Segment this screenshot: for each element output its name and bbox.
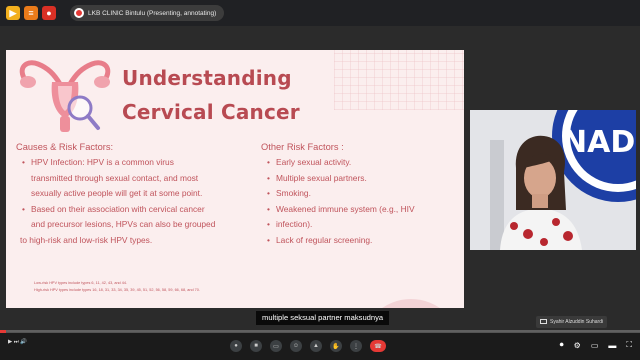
settings-icon[interactable]: ⚙ bbox=[574, 341, 581, 350]
camera-icon[interactable]: ■ bbox=[250, 340, 262, 352]
fullscreen-icon[interactable]: ⛶ bbox=[626, 340, 632, 350]
causes-heading: Causes & Risk Factors: bbox=[16, 142, 114, 152]
presentation-tab[interactable]: LKB CLINIC Bintulu (Presenting, annotati… bbox=[70, 5, 225, 21]
play-controls[interactable]: ▶ ⏭ 🔊 bbox=[8, 339, 27, 346]
list-item: Based on their association with cervical… bbox=[20, 202, 250, 218]
slide-grid-decoration bbox=[334, 50, 464, 110]
presentation-slide: Understanding Cervical Cancer Causes & R… bbox=[6, 50, 464, 308]
app-icon-orange[interactable]: ≡ bbox=[24, 6, 38, 20]
present-icon[interactable]: ▲ bbox=[310, 340, 322, 352]
slide-title-line1: Understanding bbox=[122, 66, 292, 90]
player-right-controls: ⏺ ⚙ ▭ ▬ ⛶ bbox=[560, 340, 632, 350]
more-icon[interactable]: ⋮ bbox=[350, 340, 362, 352]
video-progress-bar[interactable] bbox=[0, 330, 640, 333]
presenter-tag[interactable]: Syahir Alzuddin Suhardi bbox=[536, 316, 608, 328]
hand-icon[interactable]: ✋ bbox=[330, 340, 342, 352]
causes-list: HPV Infection: HPV is a common virus tra… bbox=[20, 155, 250, 249]
window-title: LKB CLINIC Bintulu (Presenting, annotati… bbox=[88, 9, 217, 17]
list-item: Smoking. bbox=[265, 186, 455, 202]
browser-topbar: ▶ ≡ ● LKB CLINIC Bintulu (Presenting, an… bbox=[0, 0, 640, 26]
live-caption: multiple seksual partner maksudnya bbox=[256, 311, 390, 325]
list-item: and precursor lesions, HPVs can also be … bbox=[31, 219, 216, 230]
presenter-name: Syahir Alzuddin Suhardi bbox=[550, 319, 604, 325]
meeting-controls: ● ■ ▭ ☺ ▲ ✋ ⋮ ☎ bbox=[230, 340, 386, 352]
captions-icon[interactable]: ▭ bbox=[270, 340, 282, 352]
other-risk-list: Early sexual activity. Multiple sexual p… bbox=[265, 155, 455, 249]
list-item: Early sexual activity. bbox=[265, 155, 455, 171]
app-icon-red[interactable]: ● bbox=[42, 6, 56, 20]
record-icon bbox=[74, 8, 84, 18]
participant-video-frame: NAD bbox=[470, 110, 636, 250]
captions-toggle-icon[interactable]: ▭ bbox=[591, 341, 599, 350]
footnote-high-risk: High-risk HPV types include types 16, 18… bbox=[34, 288, 200, 292]
slide-title-line2: Cervical Cancer bbox=[122, 100, 300, 124]
participant-video[interactable]: NAD bbox=[470, 110, 636, 250]
other-risk-heading: Other Risk Factors : bbox=[261, 142, 344, 152]
mic-icon[interactable]: ● bbox=[230, 340, 242, 352]
uterus-icon bbox=[19, 60, 111, 132]
presenting-icon bbox=[540, 319, 547, 324]
decorative-arc bbox=[382, 299, 440, 308]
list-item: sexually active people will get it at so… bbox=[31, 188, 203, 199]
footnote-low-risk: Low-risk HPV types include types 6, 11, … bbox=[34, 281, 128, 285]
app-icon-yellow[interactable]: ▶ bbox=[6, 6, 20, 20]
theater-icon[interactable]: ▬ bbox=[608, 341, 616, 350]
list-item: infection). bbox=[265, 217, 455, 233]
logo-text: NAD bbox=[562, 125, 635, 160]
list-item: Weakened immune system (e.g., HIV bbox=[265, 202, 455, 218]
emoji-icon[interactable]: ☺ bbox=[290, 340, 302, 352]
end-call-icon[interactable]: ☎ bbox=[370, 340, 386, 352]
list-item: Multiple sexual partners. bbox=[265, 171, 455, 187]
list-item: Lack of regular screening. bbox=[265, 233, 455, 249]
list-item: transmitted through sexual contact, and … bbox=[31, 172, 199, 183]
autoplay-icon[interactable]: ⏺ bbox=[560, 340, 564, 350]
video-progress-fill bbox=[0, 330, 7, 333]
list-item: HPV Infection: HPV is a common virus bbox=[20, 155, 250, 171]
list-item: to high-risk and low-risk HPV types. bbox=[20, 234, 153, 245]
meeting-stage: Understanding Cervical Cancer Causes & R… bbox=[0, 26, 640, 332]
